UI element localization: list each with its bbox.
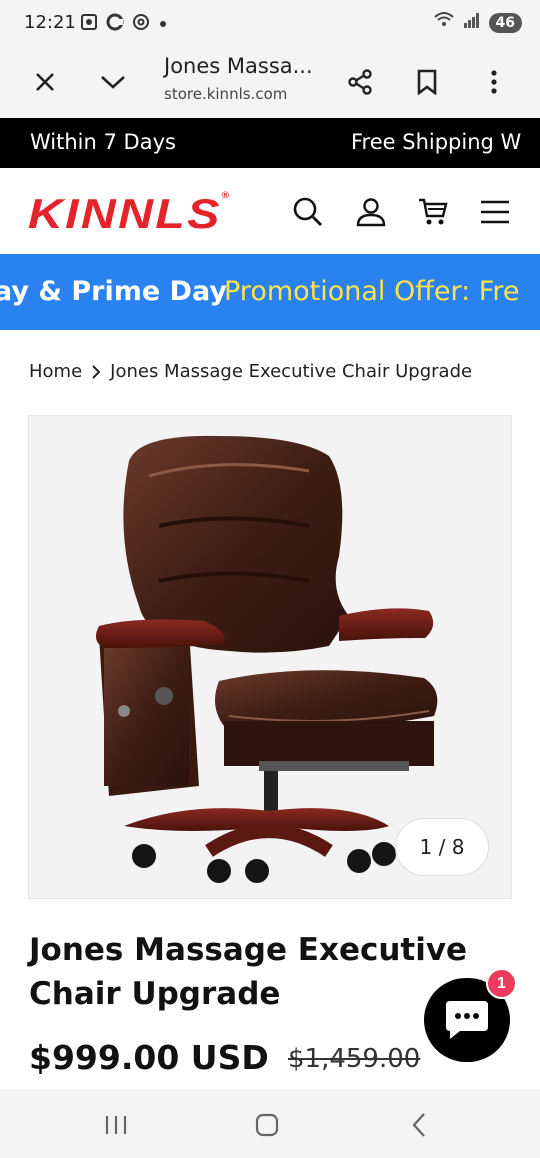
- search-icon: [293, 197, 322, 226]
- breadcrumb-home-link[interactable]: Home: [29, 361, 82, 382]
- status-time: 12:21: [24, 12, 76, 33]
- logo-registered-mark: ®: [221, 190, 232, 200]
- more-options-button[interactable]: [474, 62, 514, 102]
- hamburger-menu-icon: [481, 200, 509, 224]
- system-status: 46: [433, 11, 522, 34]
- logo-text: KINNLS: [28, 190, 222, 237]
- bookmark-icon: [417, 69, 437, 95]
- breadcrumb-current: Jones Massage Executive Chair Upgrade: [110, 361, 473, 382]
- promo-text-offer: Promotional Offer: Fre: [224, 276, 520, 307]
- minimize-button[interactable]: [93, 62, 133, 102]
- account-button[interactable]: [351, 192, 391, 232]
- c-app-icon: [106, 13, 124, 36]
- recent-apps-icon: [105, 1116, 127, 1134]
- screenshot-icon: [80, 13, 98, 36]
- site-header: KINNLS®: [0, 168, 540, 254]
- browser-toolbar: Jones Massa... store.kinnls.com: [0, 46, 540, 118]
- battery-indicator: 46: [488, 12, 522, 33]
- promo-banner[interactable]: ay & Prime Day Promotional Offer: Fre: [0, 254, 540, 330]
- dot-icon: [158, 16, 168, 34]
- more-vertical-icon: [491, 70, 497, 94]
- back-chevron-icon: [412, 1113, 425, 1137]
- chat-notification-badge: 1: [486, 968, 517, 999]
- product-title: Jones Massage Executive Chair Upgrade: [29, 932, 468, 1012]
- bookmark-button[interactable]: [407, 62, 447, 102]
- sale-price: $999.00 USD: [29, 1038, 269, 1077]
- page-title: Jones Massa...: [164, 54, 313, 78]
- signal-icon: [463, 11, 481, 34]
- cart-icon: [419, 198, 448, 225]
- promo-text-primary: ay & Prime Day: [0, 276, 227, 307]
- recent-apps-button[interactable]: [96, 1105, 136, 1145]
- chevron-right-icon: [92, 364, 101, 379]
- system-navigation-bar: [0, 1090, 540, 1158]
- announcement-text-left: Within 7 Days: [30, 130, 176, 154]
- share-icon: [348, 69, 372, 95]
- close-icon: [36, 73, 54, 91]
- status-bar: 12:21 46: [0, 0, 540, 46]
- compare-at-price: $1,459.00: [288, 1044, 421, 1074]
- chevron-down-icon: [101, 76, 125, 89]
- breadcrumb: Home Jones Massage Executive Chair Upgra…: [29, 361, 472, 382]
- cart-button[interactable]: [413, 192, 453, 232]
- home-button[interactable]: [247, 1105, 287, 1145]
- back-button[interactable]: [399, 1105, 439, 1145]
- announcement-text-right: Free Shipping W: [351, 130, 522, 154]
- home-icon: [255, 1113, 279, 1137]
- image-counter[interactable]: 1 / 8: [395, 818, 489, 876]
- close-tab-button[interactable]: [25, 62, 65, 102]
- kinnls-logo[interactable]: KINNLS®: [28, 190, 232, 238]
- menu-button[interactable]: [475, 192, 515, 232]
- page-url[interactable]: store.kinnls.com: [164, 85, 287, 103]
- chat-bubble-icon: [446, 1001, 488, 1039]
- notification-icons: [80, 13, 168, 36]
- search-button[interactable]: [288, 192, 328, 232]
- user-icon: [356, 198, 386, 227]
- announcement-bar: Within 7 Days Free Shipping W: [0, 118, 540, 168]
- threads-icon: [132, 13, 150, 36]
- share-button[interactable]: [340, 62, 380, 102]
- wifi-icon: [433, 11, 455, 34]
